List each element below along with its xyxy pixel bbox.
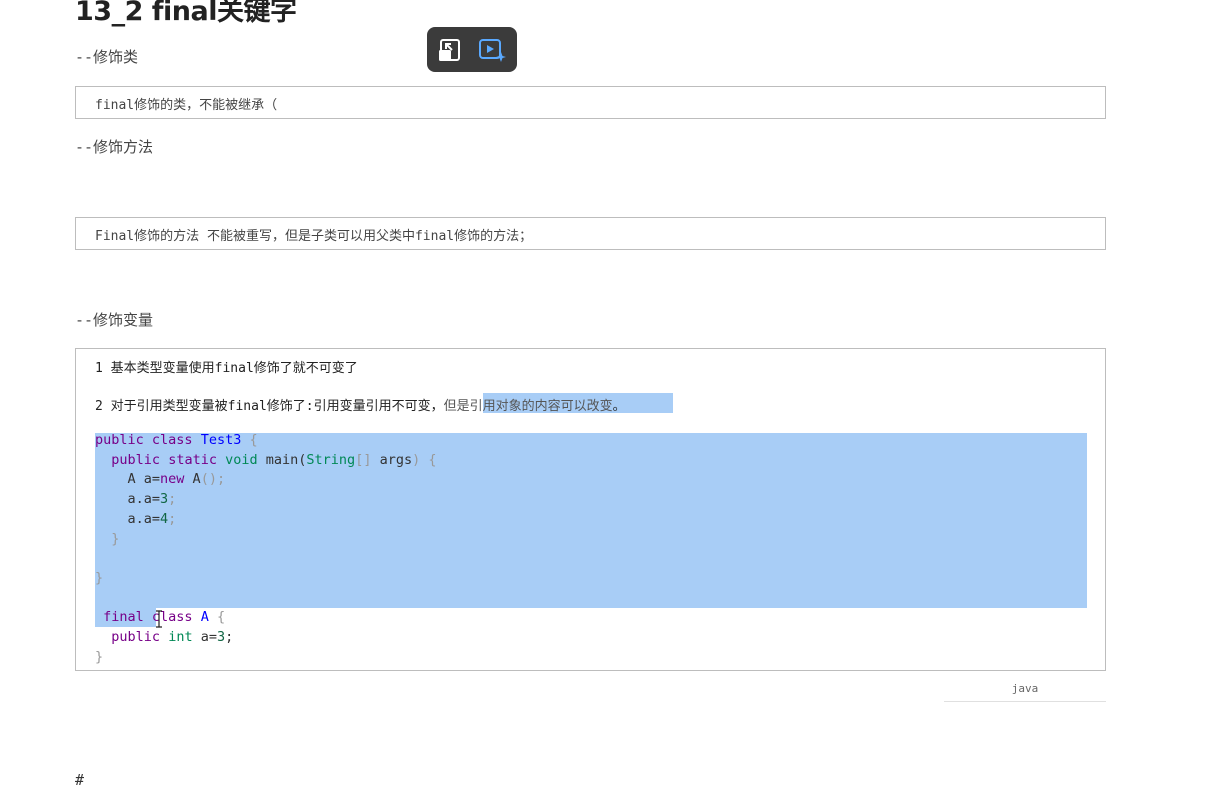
note-line-2-end: 。 — [612, 399, 626, 414]
exit-pip-icon[interactable] — [435, 35, 465, 65]
note-line-2-start: 2 对于引用类型变量被final修饰了:引用变量引用不可变， — [95, 399, 444, 414]
next-heading-marker: # — [75, 771, 85, 789]
page-title: 13_2 final关键字 — [75, 0, 297, 27]
class-heading: --修饰类 — [75, 48, 139, 66]
method-note-box[interactable]: Final修饰的方法 不能被重写，但是子类可以用父类中final修饰的方法； — [75, 217, 1106, 250]
floating-toolbar — [427, 27, 517, 72]
method-note-text: Final修饰的方法 不能被重写，但是子类可以用父类中final修饰的方法； — [95, 229, 533, 244]
note-line-2-highlight: 但是引用对象的内容可以改变 — [443, 399, 613, 414]
video-sparkle-icon[interactable] — [477, 35, 507, 65]
language-selector[interactable]: java — [944, 681, 1106, 702]
java-code: public class Test3 { public static void … — [95, 432, 437, 665]
code-block[interactable]: 1 基本类型变量使用final修饰了就不可变了 2 对于引用类型变量被final… — [75, 348, 1106, 671]
method-heading: --修饰方法 — [75, 138, 154, 156]
text-cursor-icon — [156, 610, 162, 628]
variable-heading: --修饰变量 — [75, 311, 154, 329]
note-line-2: 2 对于引用类型变量被final修饰了:引用变量引用不可变，但是引用对象的内容可… — [95, 395, 626, 414]
note-line-1: 1 基本类型变量使用final修饰了就不可变了 — [95, 361, 358, 376]
class-note-text: final修饰的类，不能被继承（ — [95, 98, 278, 113]
class-note-box[interactable]: final修饰的类，不能被继承（ — [75, 86, 1106, 119]
